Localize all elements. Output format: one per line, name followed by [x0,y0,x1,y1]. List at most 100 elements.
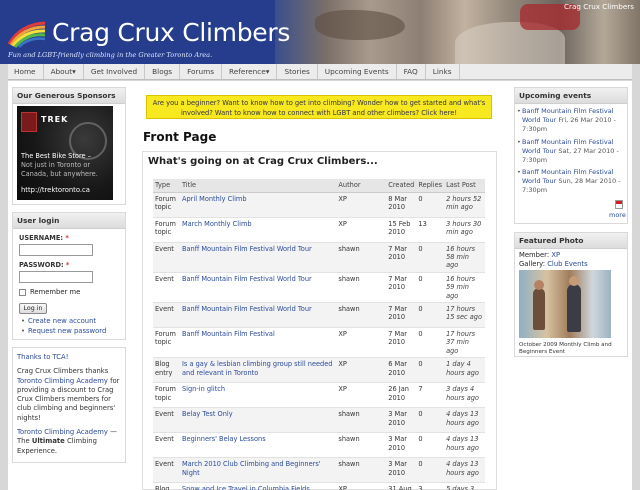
nav-reference[interactable]: Reference▾ [222,64,278,79]
site-slogan: Fun and LGBT-friendly climbing in the Gr… [8,51,213,59]
request-password-link[interactable]: Request new password [21,327,106,335]
trek-brand: TREK [41,115,69,124]
col-title[interactable]: Title [179,179,337,193]
trek-ad-banner[interactable]: TREK The Best Bike Store – Not just in T… [17,106,113,200]
site-title[interactable]: Crag Crux Climbers [52,18,290,47]
ad-line-1: The Best Bike Store – [21,152,91,160]
row-title-link[interactable]: Snow and Ice Travel in Columbia Fields [182,485,310,490]
tca-thanks-block: Thanks to TCA! Crag Crux Climbers thanks… [12,347,126,463]
tca-link-1[interactable]: Toronto Climbing Academy [17,377,108,385]
login-button[interactable]: Log in [19,303,47,314]
row-title-link[interactable]: March 2010 Club Climbing and Beginners' … [182,460,321,476]
row-last-post-cell: 4 days 13 hours ago [444,407,485,434]
row-title-link[interactable]: Banff Mountain Film Festival World Tour [182,305,312,313]
username-input[interactable] [19,244,93,256]
password-input[interactable] [19,271,93,283]
photo-gallery-link[interactable]: Club Events [547,260,587,268]
row-replies: 0 [418,244,423,253]
col-created[interactable]: Created [386,179,417,193]
col-author[interactable]: Author [336,179,387,193]
row-created: 3 Mar 2010 [388,435,407,452]
primary-nav: Home About▾ Get Involved Blogs Forums Re… [8,64,632,80]
user-login-block: User login USERNAME: * PASSWORD: * Remem… [12,212,126,340]
row-replies-cell: 0 [416,432,445,459]
row-last-post: 4 days 13 hours ago [446,435,479,452]
row-author: shawn [338,244,360,253]
row-type: Event [155,304,174,313]
row-last-post: 3 hours 30 min ago [446,219,482,236]
row-type-cell: Blog entry [153,357,180,384]
row-created-cell: 7 Mar 2010 [386,242,417,273]
rainbow-logo-icon[interactable] [7,20,47,48]
nav-stories[interactable]: Stories [277,64,318,79]
featured-photo-block: Featured Photo Member: XP Gallery: Club … [514,232,628,357]
row-title-link[interactable]: Belay Test Only [182,410,233,418]
row-author-cell: XP [336,357,387,384]
nav-about[interactable]: About▾ [44,64,84,79]
row-title-link-cell: Is a gay & lesbian climbing group still … [179,357,337,384]
tca-heading-link[interactable]: Thanks to TCA! [17,353,68,361]
row-author-cell: shawn [336,302,387,328]
row-title-link[interactable]: Banff Mountain Film Festival World Tour [182,245,312,253]
table-row: Forum topic March Monthly Climb XP 15 Feb 2… [153,217,485,243]
col-type[interactable]: Type [153,179,180,193]
row-created-cell: 7 Mar 2010 [386,327,417,359]
row-replies-cell: 0 [416,457,445,484]
row-created: 7 Mar 2010 [388,274,407,292]
nav-get-involved[interactable]: Get Involved [84,64,146,79]
col-replies[interactable]: Replies [416,179,445,193]
create-account-link[interactable]: Create new account [21,317,96,325]
row-type-cell: Forum topic [153,192,180,218]
login-title: User login [13,213,125,229]
row-created: 31 Aug 2009 [388,485,412,490]
nav-forums[interactable]: Forums [180,64,223,79]
row-author: XP [338,485,347,490]
row-type-cell: Event [153,242,180,273]
row-title-link-cell: Banff Mountain Film Festival World Tour [179,242,337,273]
remember-me-checkbox[interactable] [19,289,26,296]
row-last-post: 1 day 4 hours ago [446,360,479,377]
row-last-post: 17 hours 15 sec ago [446,304,483,322]
table-row: Event Banff Mountain Film Festival World … [153,242,485,273]
remember-me-label: Remember me [30,288,81,296]
header-site-link[interactable]: Crag Crux Climbers [564,2,634,11]
nav-blogs[interactable]: Blogs [145,64,181,79]
row-title-link[interactable]: March Monthly Climb [182,220,252,228]
nav-links[interactable]: Links [426,64,460,79]
photo-member-link[interactable]: XP [551,251,560,259]
col-last-post[interactable]: Last Post [444,179,485,193]
row-type-cell: Forum topic [153,327,180,359]
nav-faq[interactable]: FAQ [397,64,426,79]
row-title-link[interactable]: Banff Mountain Film Festival World Tour [182,275,312,283]
table-row: Blog entry Is a gay & lesbian climbing gr… [153,357,485,384]
row-type: Event [155,460,174,469]
row-replies: 0 [418,329,423,338]
tca-paragraph-1: Crag Crux Climbers thanks Toronto Climbi… [17,367,120,422]
row-replies: 0 [418,360,423,369]
row-last-post-cell: 2 hours 52 min ago [444,192,485,218]
row-created-cell: 3 Mar 2010 [386,432,417,459]
nav-upcoming-events[interactable]: Upcoming Events [318,64,397,79]
row-created: 7 Mar 2010 [388,304,407,322]
featured-climbing-photo[interactable] [519,270,611,338]
tca-link-2[interactable]: Toronto Climbing Academy [17,428,108,436]
row-created: 7 Mar 2010 [388,244,407,261]
upcoming-events-block: Upcoming events Banff Mountain Film Fest… [514,87,628,224]
row-title-link[interactable]: Banff Mountain Film Festival [182,330,275,338]
row-replies-cell: 0 [416,302,445,328]
row-title-link[interactable]: Beginners' Belay Lessons [182,435,266,443]
beginner-announcement-banner[interactable]: Are you a beginner? Want to know how to … [146,95,492,119]
row-author-cell: shawn [336,432,387,459]
sponsors-title: Our Generous Sponsors [13,88,125,104]
row-title-link[interactable]: Sign-in glitch [182,385,225,393]
row-last-post-cell: 4 days 13 hours ago [444,432,485,459]
row-title-link[interactable]: April Monthly Climb [182,195,247,203]
ical-feed-icon[interactable] [615,200,623,209]
row-title-link-cell: March 2010 Club Climbing and Beginners' … [179,457,337,484]
row-title-link[interactable]: Is a gay & lesbian climbing group still … [182,360,333,376]
row-created: 26 Jan 2010 [388,385,409,402]
events-more-link[interactable]: more [609,211,626,219]
row-replies: 0 [418,304,423,313]
row-replies-cell: 0 [416,407,445,434]
nav-home[interactable]: Home [8,64,44,79]
